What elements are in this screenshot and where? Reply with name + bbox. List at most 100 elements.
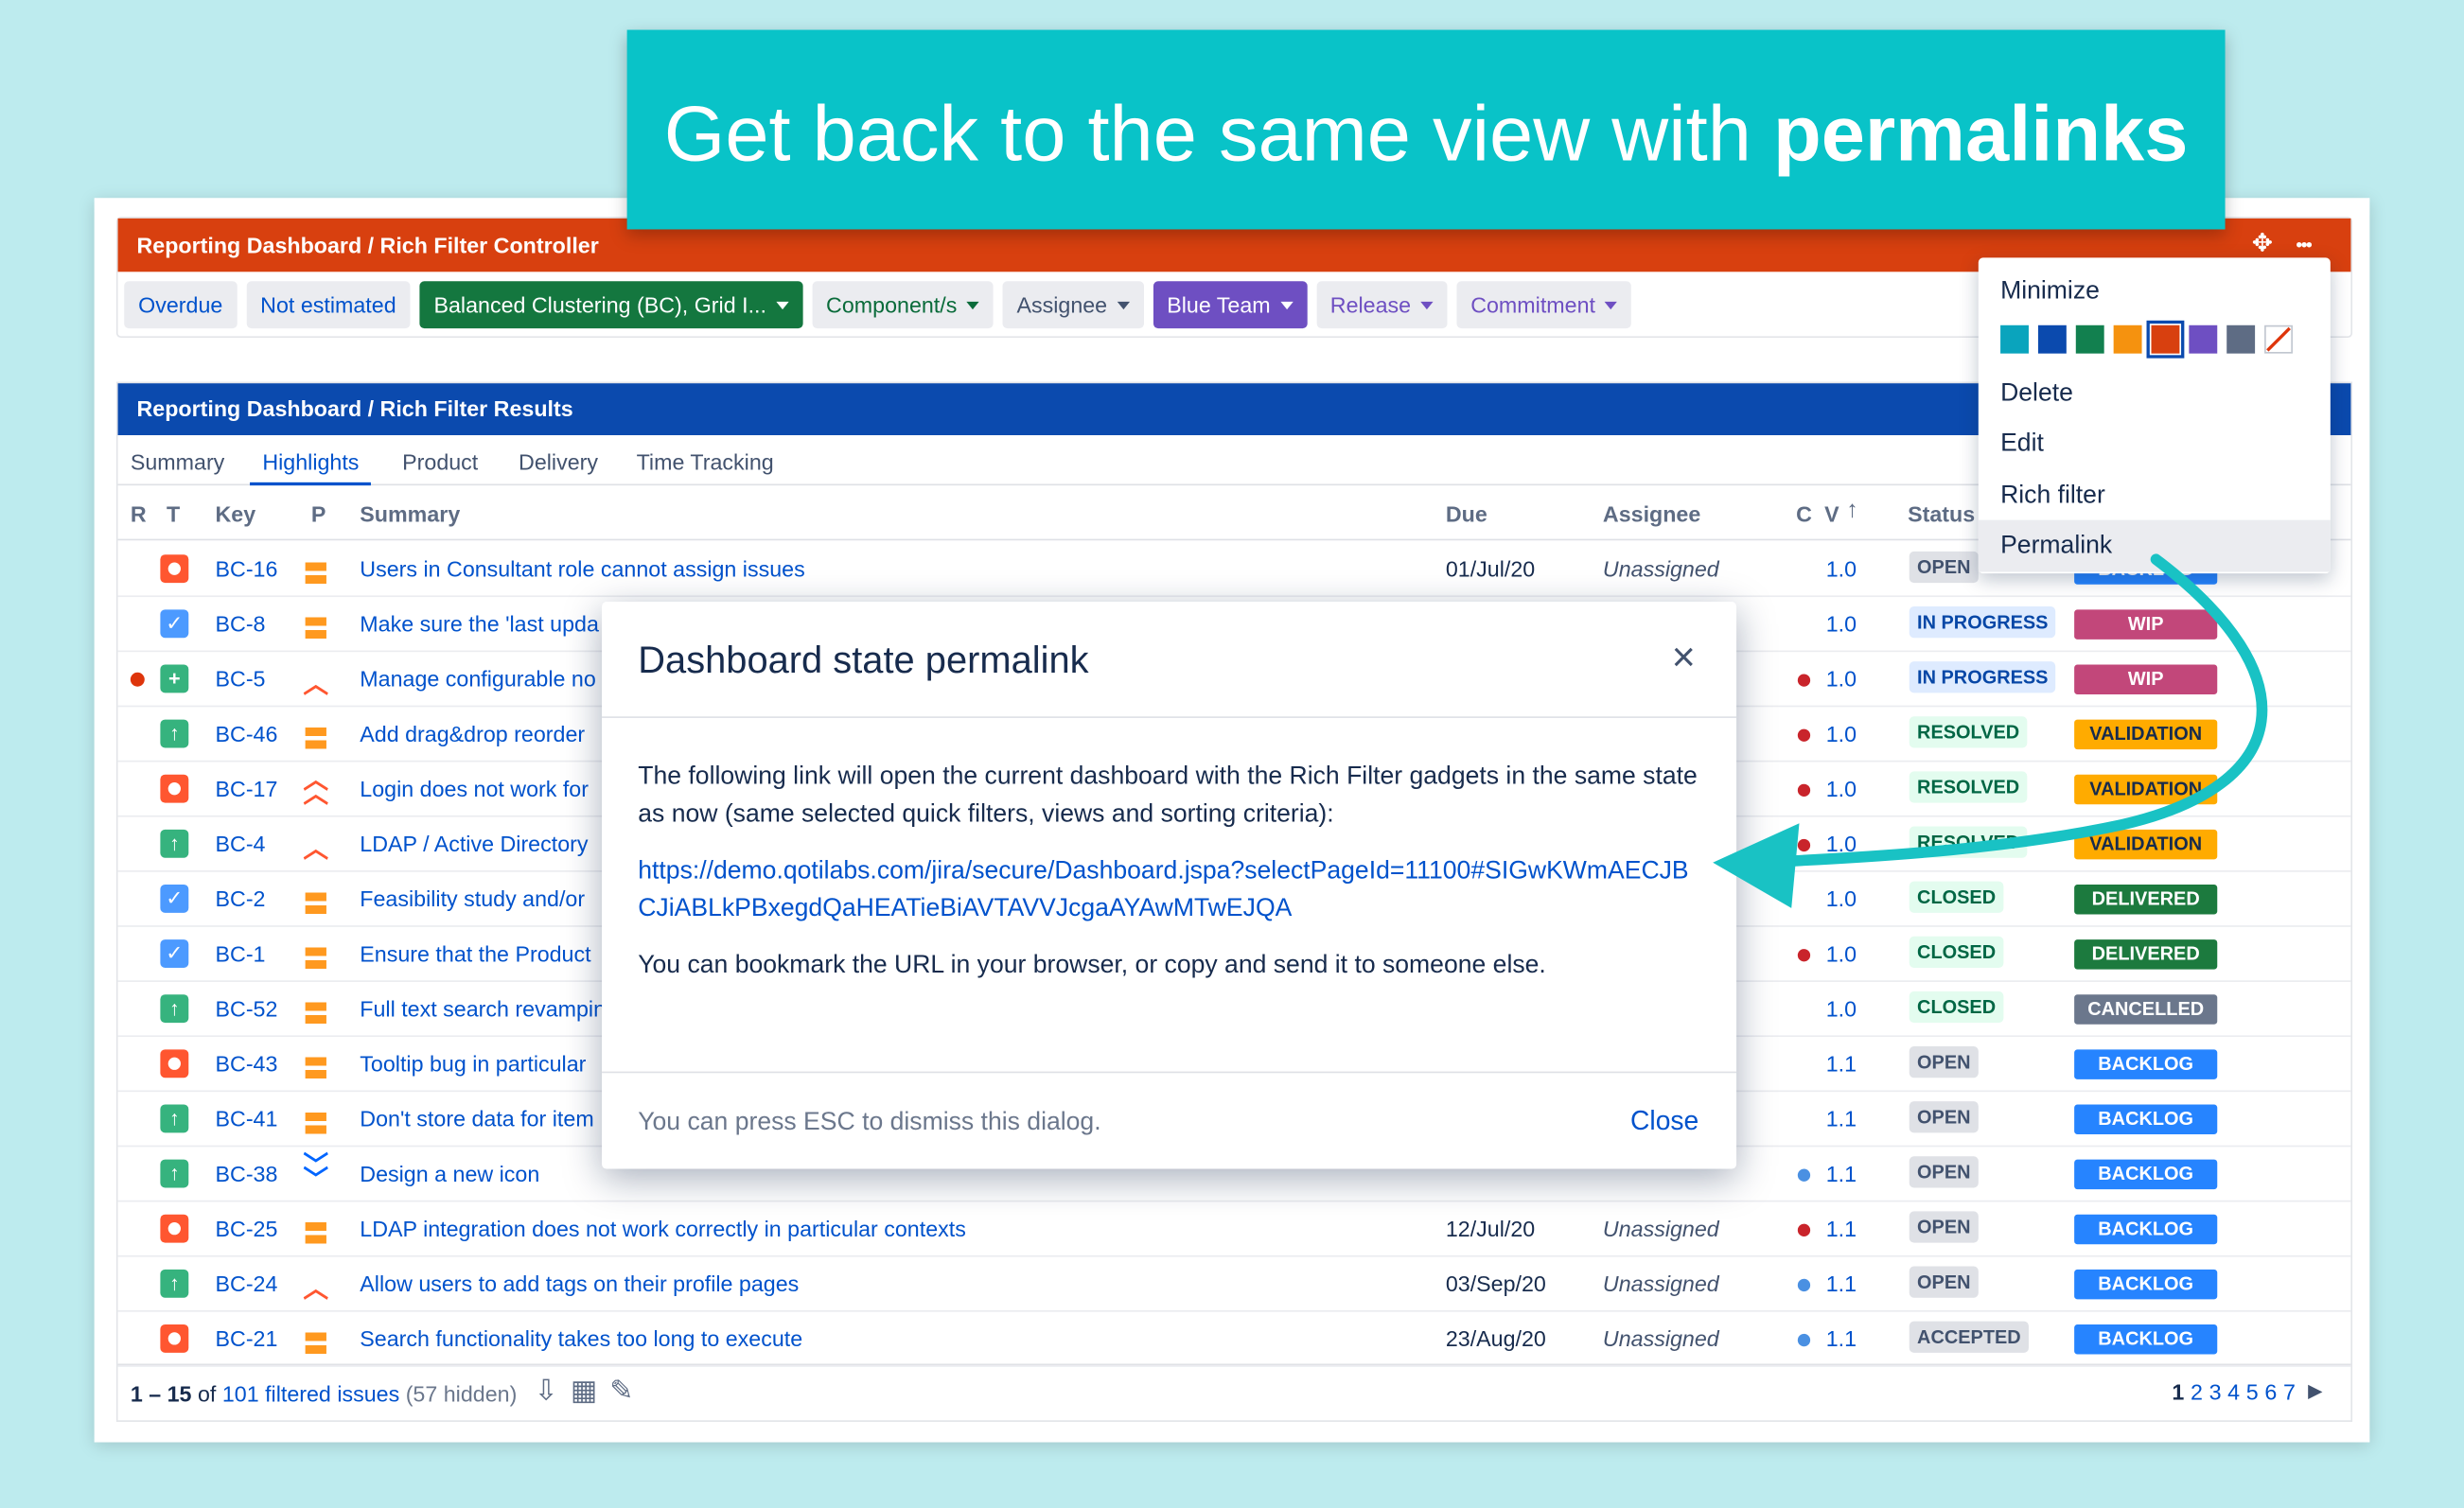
issue-summary[interactable]: Allow users to add tags on their profile… [360,1271,799,1297]
fix-version[interactable]: 1.0 [1826,996,1857,1022]
next-page-icon[interactable]: ▶ [2308,1379,2322,1405]
issue-summary[interactable]: Add drag&drop reorder [360,721,585,746]
page-1[interactable]: 1 [2172,1379,2184,1405]
fix-version[interactable]: 1.0 [1826,886,1857,912]
issue-key[interactable]: BC-43 [216,1051,278,1077]
color-swatch[interactable] [2146,320,2185,359]
issue-summary[interactable]: Login does not work for [360,776,589,801]
col-r[interactable]: R [131,501,147,527]
filtered-issues-link[interactable]: 101 filtered issues [222,1381,399,1407]
fix-version[interactable]: 1.1 [1826,1106,1857,1131]
issue-summary[interactable]: Design a new icon [360,1161,539,1186]
quick-filter-release-dropdown[interactable]: Release [1315,281,1448,329]
color-swatch[interactable] [2189,324,2218,354]
issue-summary[interactable]: Make sure the 'last upda [360,611,599,637]
tab-product[interactable]: Product [402,435,478,485]
issue-key[interactable]: BC-52 [216,996,278,1022]
issue-key[interactable]: BC-21 [216,1326,278,1352]
col-status[interactable]: Status [1908,501,1975,527]
issue-summary[interactable]: Tooltip bug in particular [360,1051,586,1077]
fix-version[interactable]: 1.1 [1826,1216,1857,1241]
col-assignee[interactable]: Assignee [1603,501,1700,527]
table-row[interactable]: BC-25 〓 LDAP integration does not work cor… [117,1201,2351,1257]
menu-item-permalink[interactable]: Permalink [1978,519,2331,572]
issue-key[interactable]: BC-1 [216,941,266,967]
menu-item-minimize[interactable]: Minimize [1979,266,2331,318]
fix-version[interactable]: 1.0 [1826,776,1857,801]
close-icon[interactable]: × [1672,637,1696,677]
issue-summary[interactable]: Feasibility study and/or [360,886,585,912]
issue-key[interactable]: BC-8 [216,611,266,637]
issue-summary[interactable]: Manage configurable no [360,666,595,692]
col-summary[interactable]: Summary [360,501,460,527]
fix-version[interactable]: 1.0 [1826,666,1857,692]
table-icon[interactable]: ▦ [571,1375,597,1408]
issue-summary[interactable]: Users in Consultant role cannot assign i… [360,556,804,582]
fix-version[interactable]: 1.0 [1826,721,1857,746]
issue-summary[interactable]: LDAP integration does not work correctly… [360,1216,966,1241]
quick-filter-assignee-dropdown[interactable]: Assignee [1002,281,1144,329]
issue-key[interactable]: BC-41 [216,1106,278,1131]
tag-icon[interactable]: ✎ [609,1375,633,1408]
issue-key[interactable]: BC-4 [216,832,266,857]
table-row[interactable]: ↑ BC-24 ︿ Allow users to add tags on their … [117,1257,2351,1312]
color-swatch[interactable] [2037,324,2067,354]
col-components[interactable]: C [1796,501,1812,527]
tab-delivery[interactable]: Delivery [519,435,598,485]
issue-summary[interactable]: Ensure that the Product [360,941,590,967]
quick-filter-not-estimated[interactable]: Not estimated [246,281,411,329]
tab-highlights[interactable]: Highlights [250,435,372,486]
page-4[interactable]: 4 [2227,1379,2240,1405]
issue-summary[interactable]: LDAP / Active Directory [360,832,588,857]
issue-key[interactable]: BC-25 [216,1216,278,1241]
page-5[interactable]: 5 [2246,1379,2259,1405]
issue-key[interactable]: BC-24 [216,1271,278,1297]
issue-key[interactable]: BC-46 [216,721,278,746]
fix-version[interactable]: 1.1 [1826,1326,1857,1352]
col-key[interactable]: Key [216,501,256,527]
issue-key[interactable]: BC-2 [216,886,266,912]
page-3[interactable]: 3 [2209,1379,2222,1405]
fix-version[interactable]: 1.0 [1826,556,1857,582]
menu-item-edit[interactable]: Edit [1979,418,2331,470]
color-swatch[interactable] [2075,324,2104,354]
menu-item-rich-filter[interactable]: Rich filter [1979,470,2331,522]
quick-filter-project-dropdown[interactable]: Balanced Clustering (BC), Grid I... [419,281,803,329]
page-7[interactable]: 7 [2283,1379,2296,1405]
page-6[interactable]: 6 [2264,1379,2277,1405]
export-icon[interactable]: ⇩ [535,1375,558,1408]
col-priority[interactable]: P [311,501,326,527]
quick-filter-team-dropdown[interactable]: Blue Team [1153,281,1307,329]
page-2[interactable]: 2 [2191,1379,2203,1405]
fix-version[interactable]: 1.0 [1826,941,1857,967]
color-swatch[interactable] [2113,324,2142,354]
quick-filter-overdue[interactable]: Overdue [124,281,238,329]
menu-item-delete[interactable]: Delete [1979,368,2331,420]
col-type[interactable]: T [167,501,180,527]
close-button[interactable]: Close [1630,1106,1698,1137]
issue-key[interactable]: BC-16 [216,556,278,582]
fix-version[interactable]: 1.0 [1826,832,1857,857]
fix-version[interactable]: 1.1 [1826,1161,1857,1186]
col-version[interactable]: V [1824,501,1839,527]
issue-summary[interactable]: Don't store data for item [360,1106,593,1131]
issue-key[interactable]: BC-17 [216,776,278,801]
fix-version[interactable]: 1.1 [1826,1271,1857,1297]
tab-summary[interactable]: Summary [131,435,224,485]
quick-filter-commitment-dropdown[interactable]: Commitment [1456,281,1632,329]
col-due[interactable]: Due [1446,501,1487,527]
no-color-swatch[interactable] [2264,324,2293,354]
table-row[interactable]: BC-21 〓 Search functionality takes too lon… [117,1312,2351,1367]
issue-key[interactable]: BC-5 [216,666,266,692]
issue-key[interactable]: BC-38 [216,1161,278,1186]
fix-version[interactable]: 1.0 [1826,611,1857,637]
color-swatch[interactable] [2000,324,2029,354]
quick-filter-components-dropdown[interactable]: Component/s [812,281,994,329]
issue-summary[interactable]: Search functionality takes too long to e… [360,1326,802,1352]
issue-summary[interactable]: Full text search revampin [360,996,606,1022]
permalink-url[interactable]: https://demo.qotilabs.com/jira/secure/Da… [638,853,1703,929]
sort-ascending-icon[interactable]: ↑ [1846,497,1857,523]
color-swatch[interactable] [2226,324,2256,354]
fix-version[interactable]: 1.1 [1826,1051,1857,1077]
tab-time-tracking[interactable]: Time Tracking [637,435,774,485]
